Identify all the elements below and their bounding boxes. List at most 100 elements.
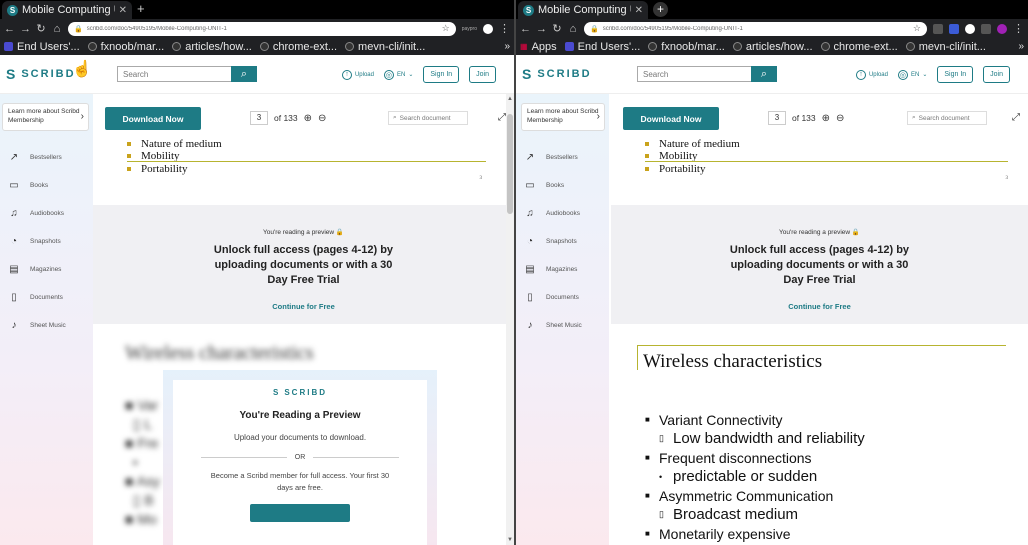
- forward-icon[interactable]: →: [20, 23, 31, 35]
- page-number-input[interactable]: 3: [250, 111, 268, 125]
- scribd-logo-icon: S: [272, 388, 281, 397]
- continue-for-free-link[interactable]: Continue for Free: [93, 302, 514, 311]
- download-now-button[interactable]: Download Now: [623, 107, 719, 130]
- download-now-button[interactable]: Download Now: [105, 107, 201, 130]
- upload-button[interactable]: ↑ Upload: [341, 69, 374, 80]
- page-scrollbar[interactable]: ▲ ▼: [506, 94, 514, 545]
- extension-icon[interactable]: [483, 23, 493, 34]
- search-input[interactable]: Search: [117, 66, 231, 82]
- modal-action-button[interactable]: [250, 504, 350, 522]
- browser-tab[interactable]: S Mobile Computing U ✕: [518, 1, 648, 19]
- search-icon: ⌕: [912, 114, 916, 121]
- zoom-in-icon[interactable]: ⊕: [822, 113, 830, 124]
- membership-card[interactable]: Learn more about Scribd Membership ›: [2, 103, 89, 131]
- header-actions: ↑ Upload ◎ EN ⌄ Sign In Join: [855, 66, 1010, 83]
- bookmark-item[interactable]: fxnoob/mar...: [648, 41, 725, 53]
- sidebar-item-magazines[interactable]: ▤ Magazines: [0, 255, 93, 283]
- sidebar-item-sheet-music[interactable]: ♪ Sheet Music: [516, 311, 609, 339]
- document-search-input[interactable]: ⌕ Search document: [907, 111, 987, 125]
- upload-icon: ↑: [341, 69, 352, 80]
- reload-icon[interactable]: ↻: [552, 22, 562, 35]
- extension-icon[interactable]: [981, 23, 991, 34]
- bookmark-item[interactable]: mevn-cli/init...: [905, 41, 986, 53]
- sidebar-item-documents[interactable]: ▯ Documents: [0, 283, 93, 311]
- sidebar-item-books[interactable]: ▭ Books: [0, 171, 93, 199]
- preview-gate: You're reading a preview 🔒 Unlock full a…: [93, 205, 514, 324]
- sidebar-item-books[interactable]: ▭ Books: [516, 171, 609, 199]
- search-input[interactable]: Search: [637, 66, 751, 82]
- bookmark-item[interactable]: End Users'...: [4, 41, 80, 53]
- join-button[interactable]: Join: [469, 66, 496, 83]
- extension-icon[interactable]: [965, 23, 975, 34]
- more-bookmarks-icon[interactable]: »: [504, 41, 510, 52]
- scroll-up-icon[interactable]: ▲: [507, 96, 513, 102]
- language-label: EN: [910, 71, 920, 78]
- bookmark-star-icon[interactable]: ☆: [913, 23, 921, 34]
- bookmark-label: chrome-ext...: [833, 40, 898, 53]
- sidebar-item-magazines[interactable]: ▤ Magazines: [516, 255, 609, 283]
- forward-icon[interactable]: →: [536, 23, 547, 35]
- bookmark-item[interactable]: articles/how...: [732, 41, 813, 53]
- extension-label[interactable]: paypro: [462, 26, 477, 32]
- scribd-logo[interactable]: S SCRIBD: [6, 66, 76, 82]
- sign-in-button[interactable]: Sign In: [937, 66, 974, 83]
- bookmark-item[interactable]: chrome-ext...: [259, 41, 337, 53]
- address-bar[interactable]: 🔒 scribd.com/doc/54905195/Mobile-Computi…: [584, 21, 927, 36]
- upload-button[interactable]: ↑ Upload: [855, 69, 888, 80]
- zoom-out-icon[interactable]: ⊖: [318, 113, 326, 124]
- bookmark-item[interactable]: chrome-ext...: [820, 40, 898, 53]
- scroll-down-icon[interactable]: ▼: [507, 537, 513, 543]
- close-tab-icon[interactable]: ✕: [119, 5, 132, 16]
- language-selector[interactable]: ◎ EN ⌄: [383, 69, 413, 80]
- bullet-text: Low bandwidth and reliability: [673, 430, 865, 447]
- page-number-input[interactable]: 3: [768, 111, 786, 125]
- bookmark-item[interactable]: mevn-cli/init...: [345, 41, 425, 53]
- sidebar-item-bestsellers[interactable]: ↗ Bestsellers: [516, 143, 609, 171]
- membership-card[interactable]: Learn more about Scribd Membership ›: [521, 103, 605, 131]
- new-tab-button[interactable]: +: [137, 2, 145, 16]
- scribd-logo-icon: S: [522, 66, 534, 82]
- search-button[interactable]: ⌕: [751, 66, 777, 82]
- search-button[interactable]: ⌕: [231, 66, 257, 82]
- extension-icon[interactable]: [949, 23, 959, 34]
- extension-icon[interactable]: [933, 23, 943, 34]
- address-bar[interactable]: 🔒 scribd.com/doc/54905195/Mobile-Computi…: [68, 21, 456, 36]
- sidebar-item-sheet-music[interactable]: ♪ Sheet Music: [0, 311, 93, 339]
- join-button[interactable]: Join: [983, 66, 1010, 83]
- back-icon[interactable]: ←: [4, 23, 15, 35]
- bookmark-item[interactable]: End Users'...: [564, 41, 640, 53]
- sign-in-button[interactable]: Sign In: [423, 66, 460, 83]
- sidebar-item-audiobooks[interactable]: ♫ Audiobooks: [516, 199, 609, 227]
- continue-for-free-link[interactable]: Continue for Free: [611, 302, 1028, 311]
- fullscreen-icon[interactable]: ⤢: [1012, 112, 1020, 123]
- menu-icon[interactable]: ⋮: [499, 22, 510, 35]
- bookmark-item[interactable]: articles/how...: [172, 41, 252, 53]
- home-icon[interactable]: ⌂: [568, 23, 578, 35]
- home-icon[interactable]: ⌂: [52, 23, 62, 35]
- reload-icon[interactable]: ↻: [36, 22, 46, 35]
- profile-avatar[interactable]: [997, 23, 1007, 34]
- bookmark-item[interactable]: fxnoob/mar...: [87, 41, 164, 53]
- sidebar-item-snapshots[interactable]: ◔ Snapshots: [0, 227, 93, 255]
- more-bookmarks-icon[interactable]: »: [1018, 41, 1024, 52]
- sidebar-item-bestsellers[interactable]: ↗ Bestsellers: [0, 143, 93, 171]
- github-icon: [820, 42, 830, 51]
- document-search-input[interactable]: ⌕ Search document: [388, 111, 468, 125]
- zoom-in-icon[interactable]: ⊕: [304, 113, 312, 124]
- bookmark-apps[interactable]: ▦ Apps: [520, 41, 557, 53]
- tab-strip: S Mobile Computing U ✕ +: [516, 0, 1028, 19]
- menu-icon[interactable]: ⋮: [1013, 22, 1024, 35]
- close-tab-icon[interactable]: ✕: [635, 5, 648, 16]
- new-tab-button[interactable]: +: [653, 2, 668, 17]
- back-icon[interactable]: ←: [520, 23, 531, 35]
- fullscreen-icon[interactable]: ⤢: [498, 112, 506, 123]
- sidebar-item-documents[interactable]: ▯ Documents: [516, 283, 609, 311]
- sidebar-item-snapshots[interactable]: ◔ Snapshots: [516, 227, 609, 255]
- sidebar-item-audiobooks[interactable]: ♫ Audiobooks: [0, 199, 93, 227]
- scribd-logo[interactable]: S SCRIBD: [522, 66, 592, 82]
- zoom-out-icon[interactable]: ⊖: [836, 113, 844, 124]
- browser-tab[interactable]: S Mobile Computing U ✕: [2, 1, 132, 19]
- scrollbar-thumb[interactable]: [507, 114, 513, 214]
- language-selector[interactable]: ◎ EN ⌄: [897, 69, 927, 80]
- bookmark-star-icon[interactable]: ☆: [442, 23, 450, 34]
